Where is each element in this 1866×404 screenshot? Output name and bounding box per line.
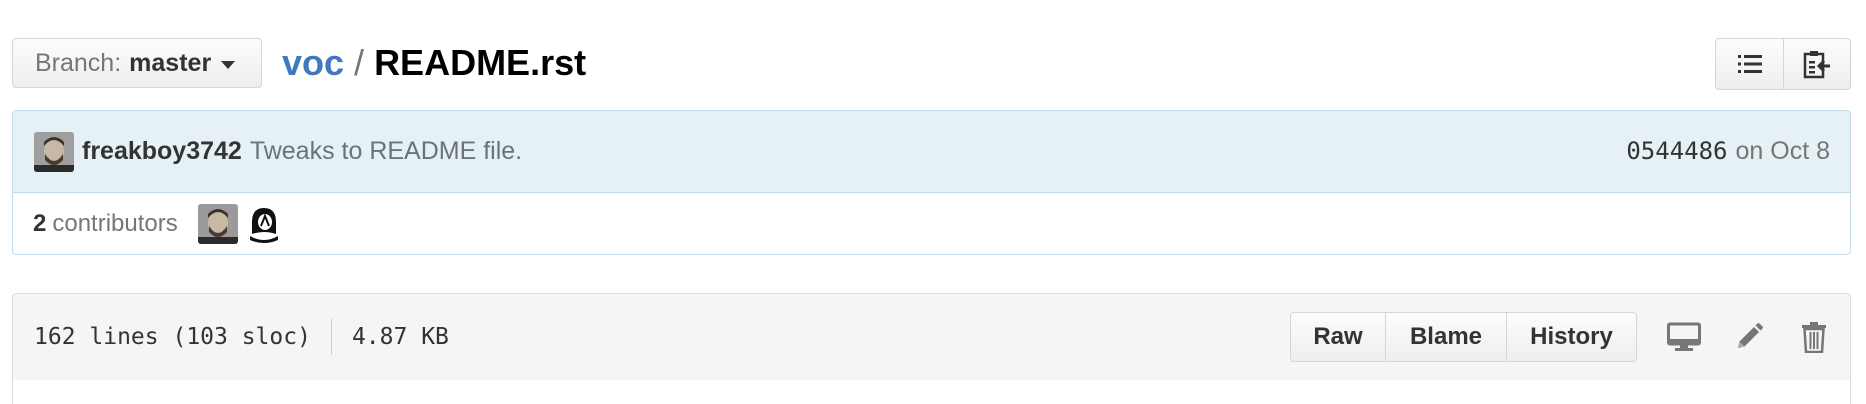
raw-button[interactable]: Raw [1291,313,1385,361]
contributors-label[interactable]: contributors [52,210,177,238]
caret-down-icon [221,61,236,69]
file-content-area [12,380,1851,404]
commit-meta: 0544486 on Oct 8 [1626,137,1830,166]
commit-message-link[interactable]: Tweaks to README file. [250,137,522,166]
commit-tease: freakboy3742 Tweaks to README file. 0544… [12,110,1851,255]
breadcrumb-file-name: README.rst [374,42,587,83]
trash-icon[interactable] [1796,319,1832,355]
clipboard-icon[interactable] [1783,39,1850,89]
file-actions: Raw Blame History [1290,312,1832,362]
breadcrumb-separator: / [354,42,365,83]
list-icon[interactable] [1716,39,1783,89]
blame-button[interactable]: Blame [1385,313,1506,361]
commit-date: on Oct 8 [1735,137,1831,165]
author-avatar[interactable] [34,131,74,172]
branch-name: master [129,48,212,77]
file-lines: 162 lines (103 sloc) [34,324,311,350]
branch-select-button[interactable]: Branch: master [12,38,262,88]
breadcrumb: voc / README.rst [282,40,586,86]
top-actions-group [1715,38,1851,90]
history-button[interactable]: History [1506,313,1636,361]
latest-commit-bar: freakboy3742 Tweaks to README file. 0544… [13,111,1850,193]
file-info: 162 lines (103 sloc) 4.87 KB [34,319,449,355]
branch-prefix: Branch: [35,48,122,77]
contributors-row: 2 contributors [13,193,1850,254]
contributor-avatar[interactable] [197,204,238,244]
file-info-divider [330,319,332,355]
file-header: 162 lines (103 sloc) 4.87 KB Raw Blame H… [12,293,1851,381]
pencil-icon[interactable] [1731,319,1767,355]
desktop-icon[interactable] [1666,319,1702,355]
commit-sha-link[interactable]: 0544486 [1626,137,1727,165]
file-button-group: Raw Blame History [1290,312,1637,362]
commit-author-link[interactable]: freakboy3742 [82,137,242,166]
contributor-avatar[interactable] [243,204,284,244]
contributors-count[interactable]: 2 [33,210,46,238]
file-size: 4.87 KB [351,324,449,350]
breadcrumb-repo-link[interactable]: voc [282,42,344,84]
contributor-avatars [197,204,284,244]
